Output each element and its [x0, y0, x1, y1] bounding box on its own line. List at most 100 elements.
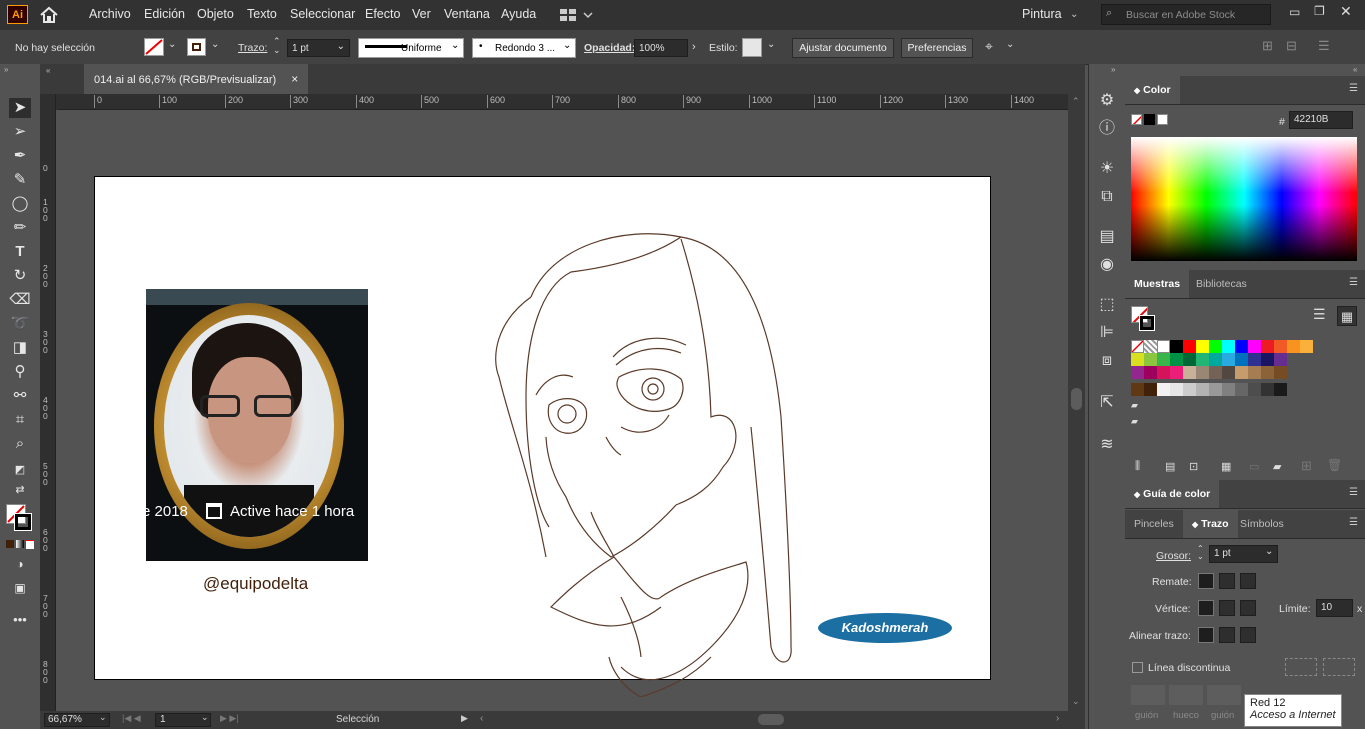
- chevron-down-icon[interactable]: ⌄: [767, 39, 775, 50]
- align-inside-icon[interactable]: [1219, 627, 1235, 643]
- color-swatch[interactable]: [1196, 383, 1209, 396]
- tab-libraries[interactable]: Bibliotecas: [1187, 270, 1256, 298]
- default-colors-icon[interactable]: ◩ ⇄: [9, 460, 31, 496]
- workspace-switcher[interactable]: Pintura: [1022, 7, 1062, 21]
- horizontal-ruler[interactable]: 0 100 200 300 400 500 600 700 800 900 10…: [58, 94, 1085, 110]
- color-swatch[interactable]: [1248, 353, 1261, 366]
- screen-mode-icon[interactable]: ▣: [9, 578, 31, 598]
- pathfinder-icon[interactable]: ⧈: [1096, 350, 1118, 372]
- gradient-tool-icon[interactable]: ◨: [9, 338, 31, 358]
- color-swatch[interactable]: [1157, 383, 1170, 396]
- export-icon[interactable]: ⇱: [1096, 392, 1118, 414]
- color-swatch[interactable]: [1131, 366, 1144, 379]
- chevron-left-icon[interactable]: ‹: [480, 713, 483, 724]
- color-swatch[interactable]: [1222, 383, 1235, 396]
- layers-icon[interactable]: ≋: [1096, 434, 1118, 456]
- lasso-tool-icon[interactable]: ➰: [9, 314, 31, 334]
- close-icon[interactable]: ×: [291, 72, 298, 86]
- limit-input[interactable]: 10: [1316, 599, 1353, 617]
- color-swatch[interactable]: [1157, 340, 1170, 353]
- current-tool-status[interactable]: Selección: [336, 714, 379, 725]
- menu-seleccionar[interactable]: Seleccionar: [290, 7, 355, 21]
- chevron-down-icon[interactable]: ⌄: [451, 40, 459, 51]
- color-white-swatch[interactable]: [1157, 114, 1168, 125]
- color-swatch[interactable]: [1144, 353, 1157, 366]
- color-spectrum[interactable]: [1131, 137, 1357, 261]
- dash-input-2[interactable]: [1207, 685, 1241, 705]
- collapse-panel-icon[interactable]: «: [1353, 65, 1357, 74]
- tab-color-guide[interactable]: ◆ Guía de color: [1125, 480, 1220, 508]
- collapse-panel-icon[interactable]: »: [1111, 65, 1115, 74]
- chevron-down-icon[interactable]: ⌄: [1006, 39, 1014, 50]
- fit-document-button[interactable]: Ajustar documento: [792, 38, 894, 58]
- tab-color[interactable]: ◆ Color: [1125, 76, 1180, 104]
- color-swatch[interactable]: [1131, 353, 1144, 366]
- stock-search[interactable]: ⌕ Buscar en Adobe Stock: [1101, 4, 1271, 25]
- color-swatch[interactable]: [1248, 383, 1261, 396]
- distribute-icon[interactable]: ⊟: [1286, 38, 1297, 54]
- color-swatch[interactable]: [1209, 383, 1222, 396]
- projecting-cap-icon[interactable]: [1240, 573, 1256, 589]
- menu-archivo[interactable]: Archivo: [89, 7, 131, 21]
- gradient-panel-icon[interactable]: ▤: [1096, 226, 1118, 248]
- color-swatch[interactable]: [1261, 353, 1274, 366]
- collapse-panel-icon[interactable]: «: [46, 66, 50, 75]
- align-panel-icon[interactable]: ⊫: [1096, 322, 1118, 344]
- stroke-weight-field[interactable]: 1 pt ⌄: [287, 39, 350, 57]
- color-fill-none-icon[interactable]: [1131, 114, 1142, 125]
- panel-menu-icon[interactable]: ☰: [1349, 277, 1358, 288]
- chevron-up-icon[interactable]: ⌃: [1072, 96, 1080, 107]
- folder-icon[interactable]: ▰: [1273, 460, 1281, 473]
- color-swatch[interactable]: [1131, 383, 1144, 396]
- chevron-right-icon[interactable]: ›: [1056, 713, 1059, 724]
- color-swatch[interactable]: [1274, 340, 1287, 353]
- color-swatch[interactable]: [1261, 383, 1274, 396]
- more-tools-icon[interactable]: •••: [9, 610, 31, 630]
- drawing-modes-icon[interactable]: ◑: [9, 554, 31, 574]
- eraser-tool-icon[interactable]: ⌫: [9, 290, 31, 310]
- photo-frame[interactable]: e 2018 Active hace 1 hora: [146, 289, 368, 561]
- color-swatch[interactable]: [1222, 366, 1235, 379]
- menu-edicion[interactable]: Edición: [144, 7, 185, 21]
- stroke-weight-stepper-icon[interactable]: ⌃ ⌄: [1197, 545, 1204, 561]
- chevron-down-icon[interactable]: ⌄: [337, 41, 345, 52]
- chevron-down-icon[interactable]: ⌄: [1070, 9, 1078, 20]
- dash-preserve-icon[interactable]: [1285, 658, 1317, 676]
- butt-cap-icon[interactable]: [1198, 573, 1214, 589]
- color-swatch[interactable]: [1235, 383, 1248, 396]
- collapse-panel-icon[interactable]: »: [4, 65, 8, 74]
- arrange-documents-icon[interactable]: [559, 8, 595, 22]
- align-outside-icon[interactable]: [1240, 627, 1256, 643]
- chevron-down-icon[interactable]: ⌄: [563, 40, 571, 51]
- menu-texto[interactable]: Texto: [247, 7, 277, 21]
- color-swatch[interactable]: [1222, 340, 1235, 353]
- color-swatch[interactable]: [1170, 383, 1183, 396]
- tab-stroke[interactable]: ◆ Trazo: [1183, 510, 1238, 538]
- signature-badge[interactable]: Kadoshmerah: [818, 613, 952, 643]
- swatch-fill-stroke-indicator[interactable]: [1131, 306, 1159, 334]
- color-swatch[interactable]: [1287, 340, 1300, 353]
- color-swatch[interactable]: [1196, 340, 1209, 353]
- miter-join-icon[interactable]: [1198, 600, 1214, 616]
- color-swatch[interactable]: [1274, 366, 1287, 379]
- scroll-thumb[interactable]: [758, 714, 784, 725]
- color-swatch[interactable]: [1248, 340, 1261, 353]
- stroke-weight-input[interactable]: 1 pt ⌄: [1209, 545, 1278, 563]
- stroke-swatch[interactable]: [187, 38, 206, 56]
- panel-menu-icon[interactable]: ☰: [1349, 83, 1358, 94]
- dash-input-1[interactable]: [1131, 685, 1165, 705]
- hex-input[interactable]: 42210B: [1289, 111, 1353, 129]
- pencil-tool-icon[interactable]: ✏: [9, 218, 31, 238]
- more-options-icon[interactable]: ☰: [1318, 38, 1330, 54]
- chevron-down-icon[interactable]: ⌄: [211, 39, 219, 50]
- minimize-icon[interactable]: ▭: [1289, 5, 1300, 19]
- color-swatch[interactable]: [1235, 340, 1248, 353]
- fill-stroke-indicator[interactable]: [6, 504, 34, 532]
- color-swatch[interactable]: [1183, 383, 1196, 396]
- color-swatch[interactable]: [1222, 353, 1235, 366]
- color-swatch[interactable]: [1248, 366, 1261, 379]
- zoom-field[interactable]: 66,67% ⌄: [44, 712, 110, 727]
- color-swatch[interactable]: [1144, 383, 1157, 396]
- color-swatch[interactable]: [1235, 353, 1248, 366]
- close-window-icon[interactable]: ✕: [1340, 3, 1352, 20]
